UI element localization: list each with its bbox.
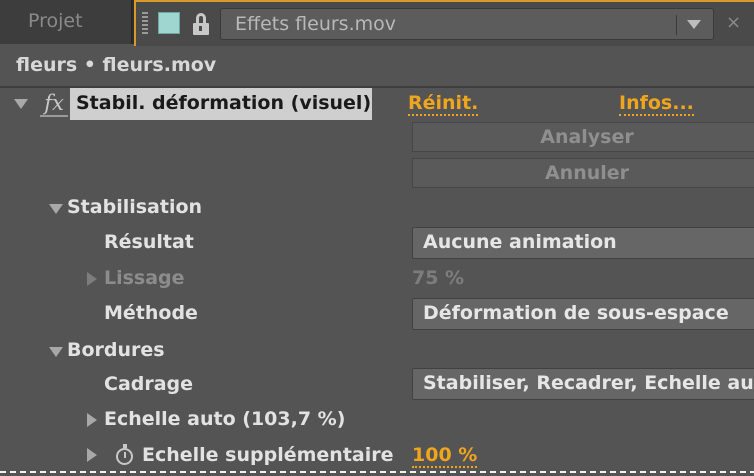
breadcrumb-text: fleurs • fleurs.mov	[16, 54, 217, 76]
smoothing-expand-icon[interactable]	[87, 272, 97, 286]
framing-label: Cadrage	[104, 373, 194, 395]
layer-selector-value: Effets fleurs.mov	[235, 13, 396, 35]
drag-grip-icon[interactable]	[142, 12, 148, 34]
result-select[interactable]: Aucune animation	[412, 227, 754, 259]
panel-tab-bar: Projet Effets fleurs.mov ×	[0, 0, 754, 46]
lock-icon[interactable]	[192, 13, 210, 35]
layer-selector-dropdown[interactable]: Effets fleurs.mov	[220, 8, 714, 40]
extra-scale-expand-icon[interactable]	[87, 448, 97, 462]
auto-scale-label: Echelle auto (103,7 %)	[104, 408, 346, 430]
tab-project-label: Projet	[28, 10, 83, 32]
stopwatch-icon[interactable]	[114, 444, 136, 466]
auto-scale-expand-icon[interactable]	[87, 413, 97, 427]
info-link[interactable]: Infos...	[619, 92, 694, 116]
extra-scale-label: Echelle supplémentaire	[142, 444, 394, 466]
tab-effects[interactable]: Effets fleurs.mov ×	[134, 0, 754, 46]
close-icon[interactable]: ×	[726, 12, 741, 33]
borders-collapse-icon[interactable]	[49, 347, 63, 357]
fx-toggle-icon[interactable]: fx	[40, 91, 68, 117]
analyze-button[interactable]: Analyser	[412, 122, 754, 152]
smoothing-value: 75 %	[412, 267, 465, 289]
reset-link[interactable]: Réinit.	[408, 92, 479, 116]
method-label: Méthode	[104, 302, 198, 324]
extra-scale-value[interactable]: 100 %	[412, 444, 478, 468]
method-select[interactable]: Déformation de sous-espace	[412, 298, 754, 330]
result-label: Résultat	[104, 231, 194, 253]
breadcrumb: fleurs • fleurs.mov	[0, 46, 754, 86]
tab-project[interactable]: Projet	[0, 0, 132, 44]
panel-bottom-edge	[0, 471, 754, 473]
framing-select[interactable]: Stabiliser, Recadrer, Echelle auto	[412, 368, 754, 400]
smoothing-label: Lissage	[104, 267, 185, 289]
effect-collapse-toggle-icon[interactable]	[14, 99, 28, 109]
chevron-down-icon[interactable]	[687, 20, 701, 29]
cancel-button[interactable]: Annuler	[412, 158, 754, 188]
stabilisation-heading[interactable]: Stabilisation	[67, 196, 202, 218]
borders-heading[interactable]: Bordures	[67, 339, 165, 361]
color-label-swatch[interactable]	[158, 12, 180, 34]
effect-name[interactable]: Stabil. déformation (visuel)	[70, 88, 372, 120]
dropdown-separator	[676, 15, 677, 35]
stabilisation-collapse-icon[interactable]	[49, 204, 63, 214]
